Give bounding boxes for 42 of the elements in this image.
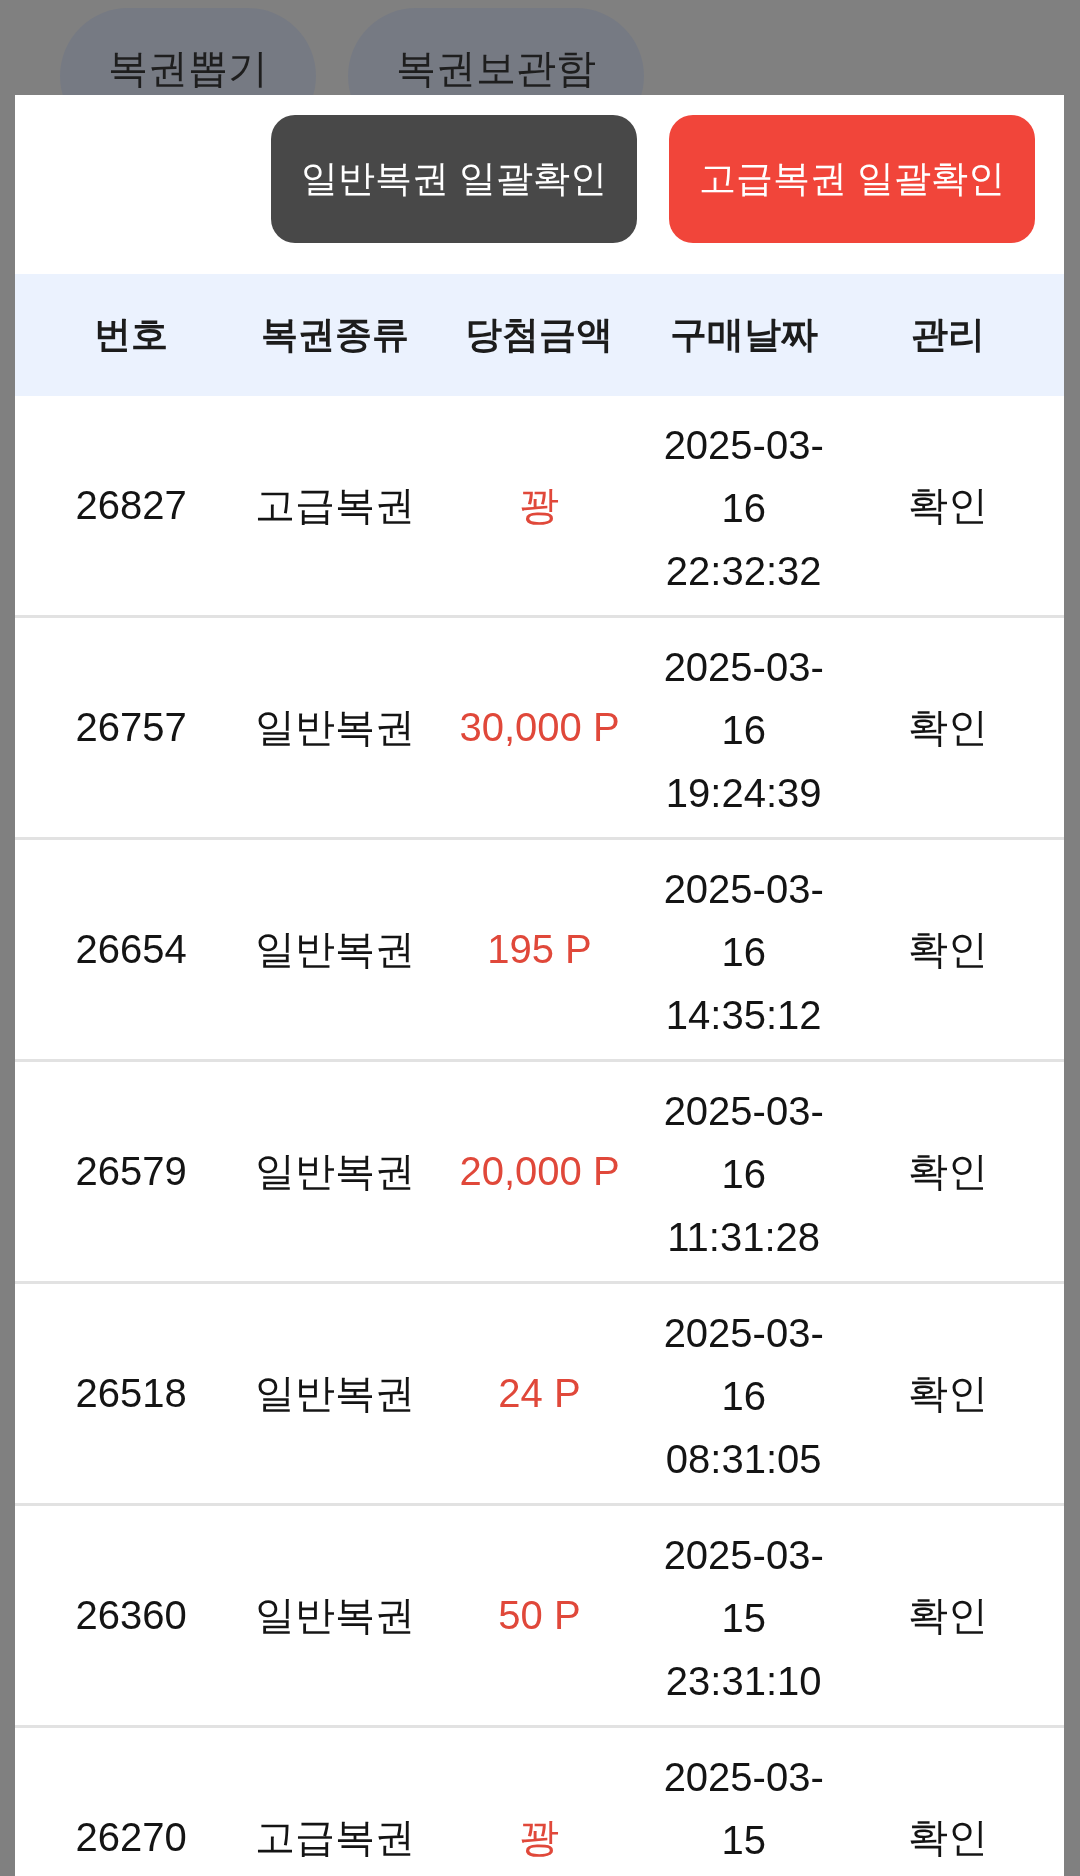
prize-amount: 30,000 P — [459, 704, 620, 751]
ticket-type: 일반복권 — [255, 1592, 416, 1639]
ticket-type: 고급복권 — [255, 482, 416, 529]
ticket-number: 26654 — [75, 926, 187, 973]
prize-amount: 195 P — [487, 926, 592, 973]
purchase-date: 2025-03-15 — [662, 1754, 825, 1864]
ticket-type: 고급복권 — [255, 1814, 416, 1861]
ticket-number: 26579 — [75, 1148, 187, 1195]
confirm-link[interactable]: 확인 — [907, 1362, 988, 1425]
column-header: 관리 — [910, 313, 985, 358]
column-header: 구매날짜 — [669, 313, 818, 358]
prize-amount: 24 P — [498, 1370, 581, 1417]
column-header: 당첨금액 — [465, 313, 614, 358]
column-header: 번호 — [94, 313, 169, 358]
prize-amount: 20,000 P — [459, 1148, 620, 1195]
ticket-number: 26757 — [75, 704, 187, 751]
purchase-date: 2025-03-16 14:35:12 — [662, 866, 825, 1039]
confirm-link[interactable]: 확인 — [907, 696, 988, 759]
confirm-link[interactable]: 확인 — [907, 918, 988, 981]
ticket-number: 26518 — [75, 1370, 187, 1417]
premium-confirm-all-button[interactable]: 고급복권 일괄확인 — [669, 115, 1035, 243]
prize-amount: 꽝 — [519, 482, 560, 529]
column-header: 복권종류 — [261, 313, 410, 358]
ticket-type: 일반복권 — [255, 1148, 416, 1195]
confirm-link[interactable]: 확인 — [907, 474, 988, 537]
normal-confirm-all-button[interactable]: 일반복권 일괄확인 — [271, 115, 637, 243]
confirm-link[interactable]: 확인 — [907, 1584, 988, 1647]
purchase-date: 2025-03-16 11:31:28 — [662, 1088, 825, 1261]
ticket-number: 26360 — [75, 1592, 187, 1639]
prize-amount: 꽝 — [519, 1814, 560, 1861]
confirm-link[interactable]: 확인 — [907, 1806, 988, 1869]
confirm-link[interactable]: 확인 — [907, 1140, 988, 1203]
purchase-date: 2025-03-16 22:32:32 — [662, 422, 825, 595]
ticket-type: 일반복권 — [255, 704, 416, 751]
ticket-number: 26827 — [75, 482, 187, 529]
purchase-date: 2025-03-15 23:31:10 — [662, 1532, 825, 1705]
ticket-type: 일반복권 — [255, 1370, 416, 1417]
ticket-type: 일반복권 — [255, 926, 416, 973]
prize-amount: 50 P — [498, 1592, 581, 1639]
purchase-date: 2025-03-16 08:31:05 — [662, 1310, 825, 1483]
purchase-date: 2025-03-16 19:24:39 — [662, 644, 825, 817]
ticket-number: 26270 — [75, 1814, 187, 1861]
